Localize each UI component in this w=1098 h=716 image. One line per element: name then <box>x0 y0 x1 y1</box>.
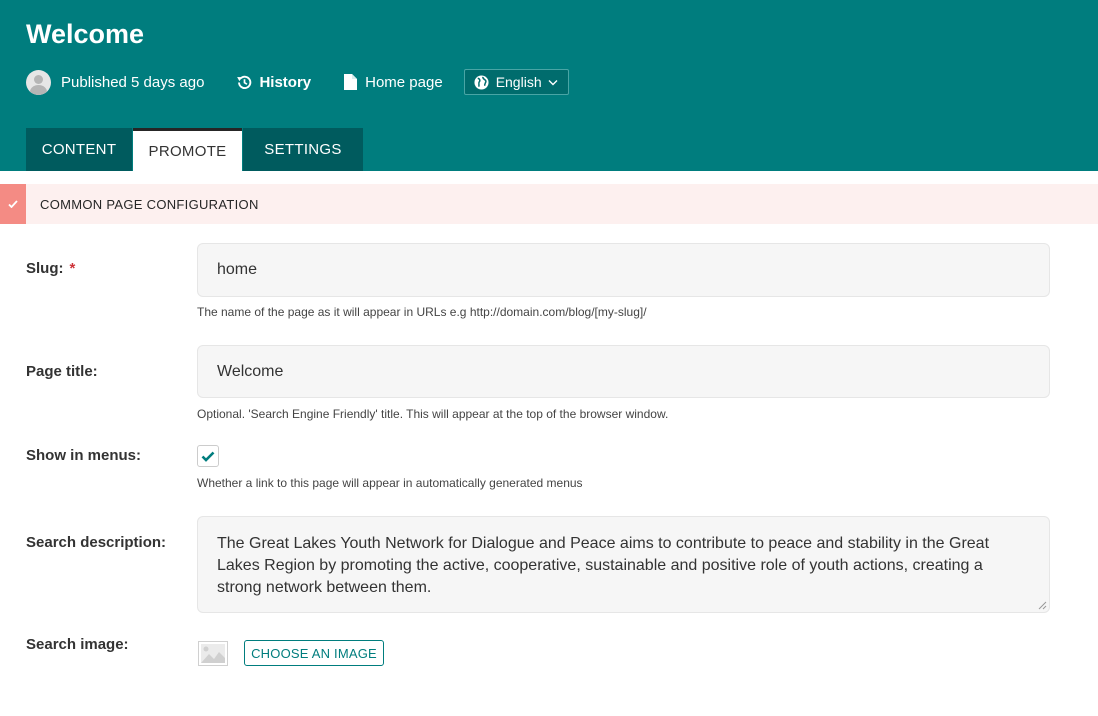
show-in-menus-help-text: Whether a link to this page will appear … <box>197 476 583 490</box>
search-image-label: Search image: <box>26 636 129 653</box>
history-link[interactable]: History <box>236 74 311 91</box>
history-label: History <box>259 73 312 91</box>
section-collapse-toggle[interactable] <box>0 184 26 224</box>
show-in-menus-label: Show in menus: <box>26 447 142 464</box>
slug-input[interactable]: home <box>197 243 1050 297</box>
page-header: Welcome Published 5 days ago History Hom… <box>0 0 1098 171</box>
tab-bar: CONTENT PROMOTE SETTINGS <box>26 128 363 171</box>
check-icon <box>8 200 18 208</box>
language-switcher[interactable]: English <box>463 69 569 95</box>
chevron-down-icon <box>548 79 558 85</box>
slug-label: Slug: * <box>26 260 75 277</box>
tab-content[interactable]: CONTENT <box>26 128 132 171</box>
search-description-textarea[interactable]: The Great Lakes Youth Network for Dialog… <box>197 516 1050 613</box>
section-header: COMMON PAGE CONFIGURATION <box>0 184 1098 224</box>
history-icon <box>237 75 252 89</box>
page-type-link[interactable]: Home page <box>344 74 443 91</box>
page-title-label: Page title: <box>26 363 98 380</box>
page-title-help-text: Optional. 'Search Engine Friendly' title… <box>197 407 669 421</box>
slug-label-text: Slug: <box>26 260 64 277</box>
tab-promote[interactable]: PROMOTE <box>133 128 242 171</box>
globe-icon <box>474 74 489 90</box>
search-description-text: The Great Lakes Youth Network for Dialog… <box>217 535 990 596</box>
document-icon <box>344 74 358 90</box>
tab-settings[interactable]: SETTINGS <box>243 128 363 171</box>
checkmark-icon <box>201 451 215 462</box>
section-title: COMMON PAGE CONFIGURATION <box>40 196 259 212</box>
avatar-icon <box>26 69 51 95</box>
page-title: Welcome <box>26 19 145 49</box>
publish-status: Published 5 days ago <box>61 73 205 91</box>
language-label: English <box>495 74 542 90</box>
search-description-label: Search description: <box>26 534 167 551</box>
slug-help-text: The name of the page as it will appear i… <box>197 305 647 319</box>
required-marker: * <box>69 260 76 277</box>
resize-handle-icon[interactable] <box>1038 601 1047 610</box>
show-in-menus-checkbox[interactable] <box>197 445 219 467</box>
image-placeholder-icon <box>198 641 228 666</box>
choose-image-button[interactable]: CHOOSE AN IMAGE <box>244 640 384 666</box>
page-title-input[interactable]: Welcome <box>197 345 1050 398</box>
page-type-label: Home page <box>365 73 443 91</box>
page-meta-row: Published 5 days ago History Home page E… <box>26 68 569 96</box>
